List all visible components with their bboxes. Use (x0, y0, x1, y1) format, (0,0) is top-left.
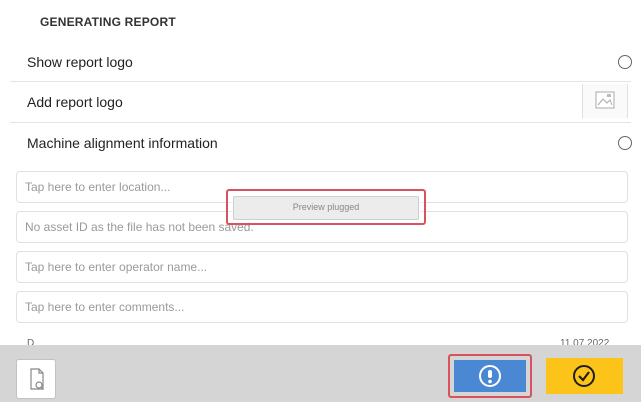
document-button[interactable] (16, 359, 56, 399)
add-logo-row[interactable]: Add report logo (0, 82, 641, 122)
toast-text: Preview plugged (292, 202, 360, 212)
radio-empty-icon[interactable] (618, 136, 632, 150)
operator-field[interactable]: Tap here to enter operator name... (16, 251, 628, 283)
warning-button[interactable] (454, 360, 526, 392)
machine-info-row[interactable]: Machine alignment information (0, 122, 641, 162)
comments-field[interactable]: Tap here to enter comments... (16, 291, 628, 323)
comments-placeholder: Tap here to enter comments... (25, 300, 185, 314)
asset-id-text: No asset ID as the file has not been sav… (25, 220, 254, 234)
confirm-button[interactable] (546, 358, 623, 394)
add-logo-label: Add report logo (27, 94, 123, 110)
show-logo-row[interactable]: Show report logo (0, 42, 641, 82)
location-placeholder: Tap here to enter location... (25, 180, 171, 194)
show-logo-label: Show report logo (27, 54, 133, 70)
bottom-toolbar (0, 345, 641, 402)
toast-box: Preview plugged (233, 196, 419, 220)
document-icon (17, 360, 55, 403)
warning-button-highlight (448, 354, 532, 398)
machine-info-label: Machine alignment information (27, 135, 218, 151)
check-circle-icon (572, 364, 596, 393)
radio-empty-icon[interactable] (618, 55, 632, 69)
section-title: GENERATING REPORT (40, 15, 176, 29)
preview-toast: Preview plugged (226, 189, 426, 225)
operator-placeholder: Tap here to enter operator name... (25, 260, 208, 274)
exclamation-circle-icon (478, 364, 502, 393)
image-icon[interactable] (582, 84, 628, 118)
